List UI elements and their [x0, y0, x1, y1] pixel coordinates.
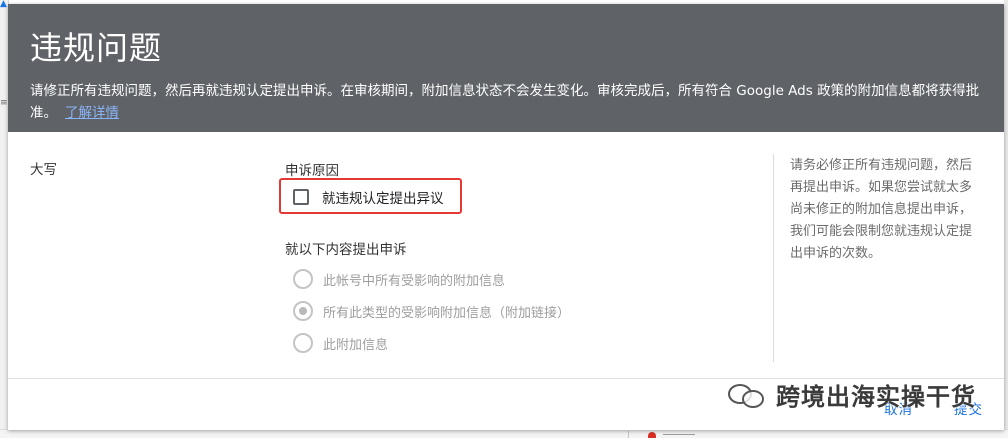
scope-option-label[interactable]: 此附加信息: [323, 334, 388, 353]
dialog-header: 违规问题 请修正所有违规问题，然后再就违规认定提出申诉。在审核期间，附加信息状态…: [8, 4, 1004, 132]
field-label: 大写: [30, 162, 57, 178]
dialog-body: 大写 申诉原因 就违规认定提出异议 就以下内容提出申诉 此帐号中所有受影响的附加…: [8, 132, 1004, 378]
appeal-scope-heading: 就以下内容提出申诉: [285, 242, 407, 258]
policy-issues-dialog: 违规问题 请修正所有违规问题，然后再就违规认定提出申诉。在审核期间，附加信息状态…: [8, 4, 1004, 430]
scope-radio-type[interactable]: [293, 301, 313, 321]
dialog-description: 请修正所有违规问题，然后再就违规认定提出申诉。在审核期间，附加信息状态不会发生变…: [30, 80, 990, 124]
appeal-reason-heading: 申诉原因: [285, 163, 339, 179]
scope-option-type[interactable]: 所有此类型的受影响附加信息（附加链接）: [293, 301, 570, 321]
dispute-checkbox-label[interactable]: 就违规认定提出异议: [322, 187, 444, 207]
background-page-bottom: [0, 429, 1008, 438]
side-note: 请务必修正所有违规问题，然后再提出申诉。如果您尝试就太多尚未修正的附加信息提出申…: [790, 158, 973, 261]
screen: ▲ ≡ 违规问题 请修正所有违规问题，然后再就违规认定提出申诉。在审核期间，附加…: [0, 0, 1008, 438]
submit-button[interactable]: 提交: [954, 398, 983, 418]
dispute-checkbox[interactable]: [293, 189, 309, 205]
background-divider: [628, 431, 629, 438]
scope-radio-account[interactable]: [293, 269, 313, 289]
footer-divider: [8, 378, 1004, 379]
cancel-button[interactable]: 取消: [884, 398, 913, 418]
dispute-checkbox-row[interactable]: 就违规认定提出异议: [293, 187, 444, 207]
background-status-dot: [648, 432, 656, 438]
scope-option-label[interactable]: 此帐号中所有受影响的附加信息: [323, 270, 505, 289]
background-logo-fragment: ▲: [0, 0, 7, 9]
scope-radio-this[interactable]: [293, 333, 313, 353]
background-page-right: [1004, 0, 1008, 438]
background-text-fragment: ≡: [0, 98, 8, 108]
dialog-title: 违规问题: [30, 29, 163, 67]
scope-option-label[interactable]: 所有此类型的受影响附加信息（附加链接）: [323, 302, 570, 321]
learn-more-link[interactable]: 了解详情: [65, 105, 119, 121]
side-divider: [773, 154, 774, 362]
dialog-description-text: 请修正所有违规问题，然后再就违规认定提出申诉。在审核期间，附加信息状态不会发生变…: [30, 83, 980, 121]
scope-option-this[interactable]: 此附加信息: [293, 333, 388, 353]
background-underline: [663, 434, 695, 435]
scope-option-account[interactable]: 此帐号中所有受影响的附加信息: [293, 269, 505, 289]
